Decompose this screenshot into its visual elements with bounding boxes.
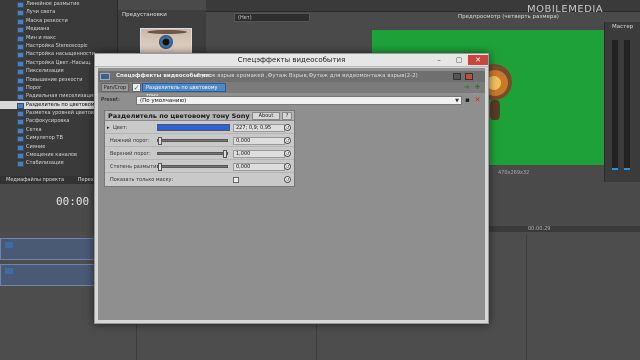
param-upper-label: Верхний порог:: [110, 151, 151, 157]
fx-chain-icon: [100, 73, 110, 80]
fx-plugin-row: Pan/Crop ✓ Разделитель по цветовому тону…: [98, 82, 485, 99]
param-color: ▸ Цвет: 227; 0,9; 0,95 ↺: [105, 122, 294, 134]
chain-remove-icon[interactable]: [465, 73, 473, 80]
close-icon[interactable]: ✕: [468, 55, 488, 65]
save-preset-icon[interactable]: ▪: [463, 96, 472, 105]
slider-thumb[interactable]: [223, 150, 227, 158]
tree-item[interactable]: Медиана: [0, 25, 117, 34]
mask-only-checkbox[interactable]: [233, 177, 239, 183]
expand-icon[interactable]: ▸: [107, 125, 110, 131]
timecode-display: 00:00: [56, 195, 90, 208]
maximize-icon[interactable]: ▢: [452, 55, 466, 65]
chevron-down-icon: ▼: [455, 98, 459, 104]
reset-icon[interactable]: ↺: [284, 137, 291, 144]
reset-icon[interactable]: ↺: [284, 124, 291, 131]
track-icon: [5, 268, 13, 274]
dialog-titlebar[interactable]: Спецэффекты видеособытия – ▢ ✕: [95, 54, 488, 67]
video-track-header[interactable]: [0, 238, 96, 260]
param-blur-value[interactable]: 0,000: [233, 163, 285, 171]
tab-project-media[interactable]: Медиафайлы проекта: [0, 177, 70, 183]
about-button[interactable]: About: [252, 112, 280, 120]
param-color-label: Цвет:: [113, 125, 128, 131]
delete-preset-icon[interactable]: ✕: [473, 96, 482, 105]
preset-combo[interactable]: (Нет): [234, 13, 310, 22]
reset-icon[interactable]: ↺: [284, 176, 291, 183]
preset-dropdown[interactable]: (По умолчанию) ▼: [136, 96, 462, 105]
preset-value: (По умолчанию): [140, 98, 187, 104]
master-bus-panel: [604, 22, 640, 182]
fx-chain-target: Футаж взрыв хромакей ,Футаж Взрыв,Футаж …: [196, 73, 418, 79]
param-mask-only: Показать только маску: ↺: [105, 174, 294, 186]
pan-crop-button[interactable]: Pan/Crop: [101, 83, 129, 92]
chain-options-icon[interactable]: [453, 73, 461, 80]
preset-row: Preset: (По умолчанию) ▼ ▪ ✕: [98, 96, 485, 106]
minimize-icon[interactable]: –: [432, 55, 446, 65]
blur-slider[interactable]: [157, 163, 228, 171]
tree-item[interactable]: Мин и макс: [0, 34, 117, 42]
param-blur-label: Степень размытия:: [110, 164, 162, 170]
preset-thumbnail[interactable]: [140, 28, 192, 54]
master-label: Мастер: [612, 24, 634, 30]
tree-item[interactable]: Лучи света: [0, 8, 117, 17]
plugin-header: Разделитель по цветовому тону Sony About…: [105, 111, 294, 121]
param-upper-value[interactable]: 1,000: [233, 150, 285, 158]
param-lower-label: Нижний порог:: [110, 138, 150, 144]
reset-icon[interactable]: ↺: [284, 163, 291, 170]
master-meter-right: [624, 40, 630, 170]
help-button[interactable]: ?: [282, 112, 292, 120]
fx-enable-checkbox[interactable]: ✓: [132, 83, 141, 92]
slider-thumb[interactable]: [158, 137, 162, 145]
active-fx-tab[interactable]: Разделитель по цветовому тону: [142, 83, 226, 99]
plugin-panel: Разделитель по цветовому тону Sony About…: [104, 110, 295, 187]
param-lower-threshold: Нижний порог: 0,000 ↺: [105, 135, 294, 147]
tree-item[interactable]: Настройка Stereoscopic: [0, 42, 117, 51]
param-color-value[interactable]: 227; 0,9; 0,95: [233, 124, 285, 132]
dialog-title: Спецэффекты видеособытия: [237, 56, 346, 64]
video-event-fx-dialog: Спецэффекты видеособытия – ▢ ✕ Спецэффек…: [94, 53, 489, 324]
tree-item[interactable]: Линейное размытие: [0, 0, 117, 9]
param-lower-value[interactable]: 0,000: [233, 137, 285, 145]
preset-label: Preset:: [101, 97, 121, 103]
tree-item[interactable]: Маска резкости: [0, 17, 117, 26]
preset-preview-title: Предустановки: [122, 12, 167, 18]
param-mask-label: Показать только маску:: [110, 177, 174, 183]
param-blur: Степень размытия: 0,000 ↺: [105, 161, 294, 173]
reset-icon[interactable]: ↺: [284, 150, 291, 157]
upper-threshold-slider[interactable]: [157, 150, 228, 158]
track-icon: [5, 242, 13, 248]
fx-chain-bar: Спецэффекты видеособытия: Футаж взрыв хр…: [98, 71, 485, 82]
frame-size: 470x269x32: [497, 170, 530, 176]
dialog-body: Спецэффекты видеособытия: Футаж взрыв хр…: [98, 68, 485, 320]
slider-thumb[interactable]: [158, 163, 162, 171]
audio-track-header[interactable]: [0, 264, 96, 286]
plugin-title: Разделитель по цветовому тону Sony: [108, 112, 250, 120]
watermark-logo: MOBILEMEDIA: [527, 4, 604, 15]
param-upper-threshold: Верхний порог: 1,000 ↺: [105, 148, 294, 160]
master-meter-left: [612, 40, 618, 170]
color-swatch[interactable]: [157, 124, 230, 131]
add-fx-icon[interactable]: ✚: [473, 83, 482, 92]
move-fx-left-icon[interactable]: ➜: [462, 83, 471, 92]
lower-threshold-slider[interactable]: [157, 137, 228, 145]
